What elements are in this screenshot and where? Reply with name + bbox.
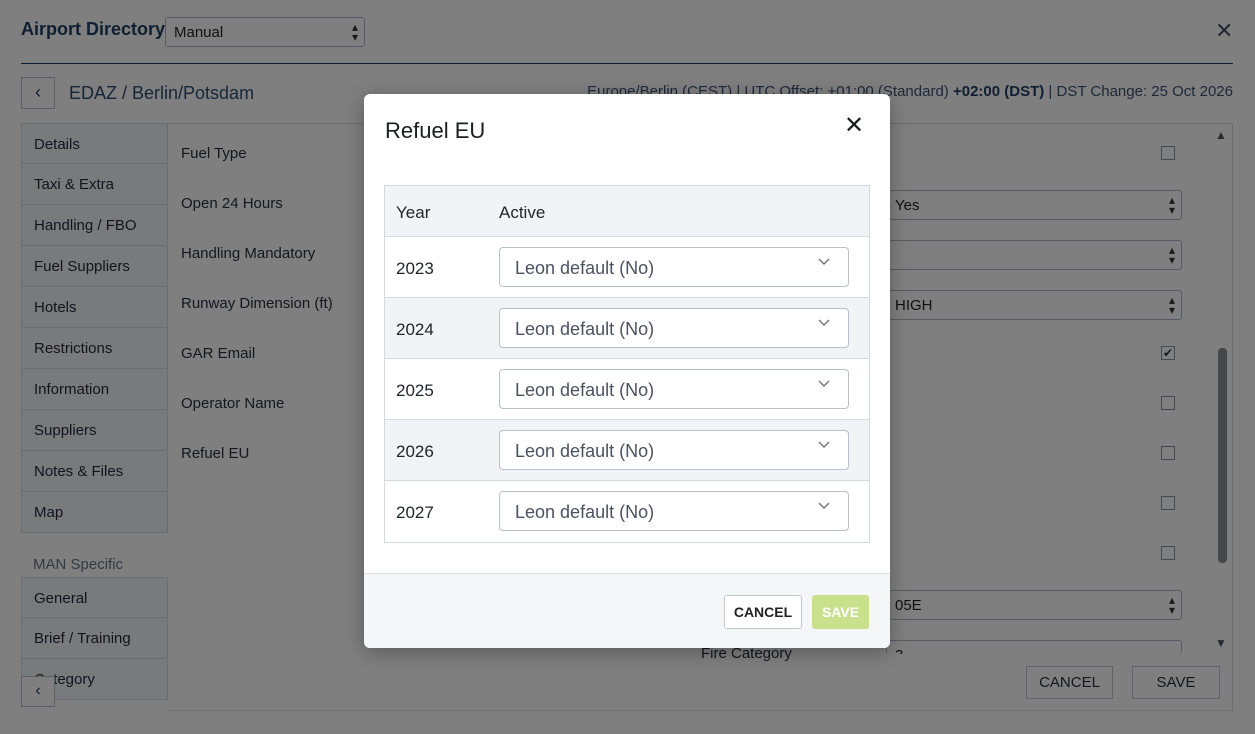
chevron-down-icon	[818, 258, 830, 265]
table-row: 2024 Leon default (No)	[385, 298, 869, 359]
active-select[interactable]: Leon default (No)	[499, 491, 849, 531]
table-row: 2027 Leon default (No)	[385, 481, 869, 542]
dialog-footer: CANCEL SAVE	[364, 573, 890, 648]
active-select-value: Leon default (No)	[515, 319, 655, 339]
table-header: Year Active	[385, 186, 869, 237]
active-select-value: Leon default (No)	[515, 441, 655, 461]
row-year: 2024	[396, 320, 434, 339]
refuel-eu-dialog: Refuel EU ✕ Year Active 2023 Leon defaul…	[364, 94, 890, 648]
dialog-title: Refuel EU	[385, 118, 486, 143]
row-year: 2023	[396, 259, 434, 278]
active-select-value: Leon default (No)	[515, 380, 655, 400]
row-year: 2026	[396, 442, 434, 461]
active-select-value: Leon default (No)	[515, 502, 655, 522]
chevron-down-icon	[818, 441, 830, 448]
chevron-down-icon	[818, 380, 830, 387]
active-select[interactable]: Leon default (No)	[499, 369, 849, 409]
table-row: 2026 Leon default (No)	[385, 420, 869, 481]
save-button[interactable]: SAVE	[812, 595, 869, 629]
table-row: 2025 Leon default (No)	[385, 359, 869, 420]
table-row: 2023 Leon default (No)	[385, 237, 869, 298]
close-icon[interactable]: ✕	[844, 111, 864, 140]
chevron-down-icon	[818, 319, 830, 326]
column-header-active: Active	[499, 203, 546, 222]
row-year: 2025	[396, 381, 434, 400]
refuel-table: Year Active 2023 Leon default (No) 2024 …	[384, 185, 870, 543]
chevron-down-icon	[818, 502, 830, 509]
active-select-value: Leon default (No)	[515, 258, 655, 278]
cancel-button[interactable]: CANCEL	[724, 595, 802, 629]
column-header-year: Year	[396, 203, 431, 222]
active-select[interactable]: Leon default (No)	[499, 247, 849, 287]
row-year: 2027	[396, 503, 434, 522]
active-select[interactable]: Leon default (No)	[499, 308, 849, 348]
active-select[interactable]: Leon default (No)	[499, 430, 849, 470]
